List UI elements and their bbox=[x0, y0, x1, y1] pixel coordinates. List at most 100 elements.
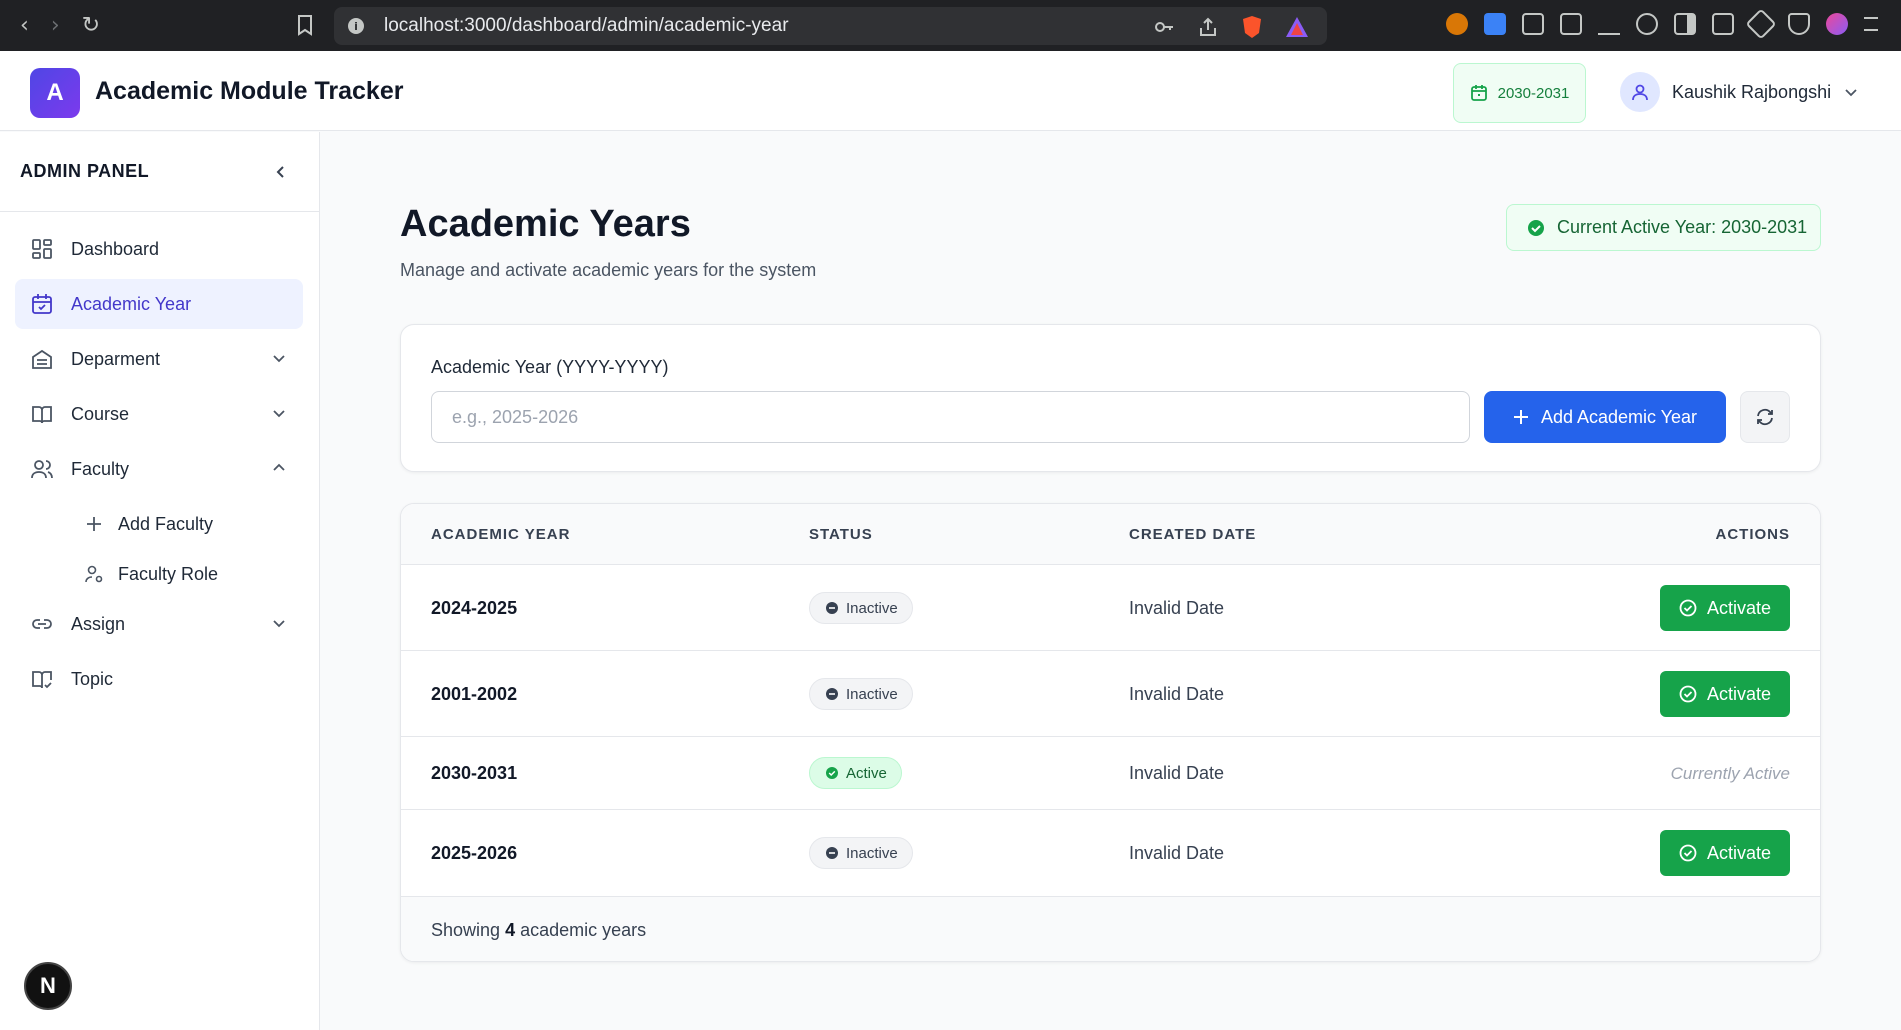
activate-button[interactable]: Activate bbox=[1660, 830, 1790, 876]
sidebar-item-faculty[interactable]: Faculty bbox=[15, 444, 303, 494]
activate-button[interactable]: Activate bbox=[1660, 671, 1790, 717]
music-icon[interactable] bbox=[1636, 13, 1658, 35]
row-count-text: Showing 4 academic years bbox=[431, 920, 646, 941]
row-count-suffix: academic years bbox=[520, 920, 647, 940]
brave-shield-icon[interactable] bbox=[1241, 15, 1263, 39]
wallet-icon[interactable] bbox=[1712, 13, 1734, 35]
calendar-icon bbox=[1470, 85, 1487, 101]
minus-circle-icon bbox=[826, 847, 838, 859]
table-row: 2025-2026 Inactive Invalid Date Activate bbox=[401, 810, 1820, 897]
sidebar-item-topic[interactable]: Topic bbox=[15, 654, 303, 704]
user-menu[interactable]: Kaushik Rajbongshi bbox=[1620, 71, 1859, 113]
collapse-sidebar-icon[interactable] bbox=[273, 164, 289, 180]
profile-icon[interactable] bbox=[1826, 13, 1848, 35]
row-academic-year: 2024-2025 bbox=[431, 598, 518, 618]
plus-icon bbox=[84, 514, 104, 534]
check-circle-icon bbox=[826, 767, 838, 779]
row-created-date: Invalid Date bbox=[1129, 763, 1225, 783]
active-year-chip-label: 2030-2031 bbox=[1497, 84, 1570, 102]
cookie-extension-icon[interactable] bbox=[1446, 13, 1468, 35]
sidebar-menu: Dashboard Academic Year Deparment Course… bbox=[0, 212, 319, 704]
column-header-actions: ACTIONS bbox=[1715, 526, 1790, 543]
app-logo: A bbox=[30, 68, 80, 118]
screen-extension-icon[interactable] bbox=[1484, 13, 1506, 35]
grid-icon bbox=[29, 236, 55, 262]
sidebar-item-label: Academic Year bbox=[71, 293, 192, 314]
sidebar-item-label: Assign bbox=[71, 613, 126, 634]
page-subtitle: Manage and activate academic years for t… bbox=[400, 260, 817, 280]
sidebar-item-label: Course bbox=[71, 403, 130, 424]
refresh-button[interactable] bbox=[1740, 391, 1790, 443]
puzzle-extension-icon[interactable] bbox=[1522, 13, 1544, 35]
academic-year-label: Academic Year (YYYY-YYYY) bbox=[431, 357, 669, 377]
status-badge-label: Inactive bbox=[846, 844, 898, 862]
vpn-shield-icon[interactable] bbox=[1788, 13, 1810, 35]
sidebar-subitem-label: Faculty Role bbox=[118, 563, 219, 584]
minus-circle-icon bbox=[826, 602, 838, 614]
book-check-icon bbox=[29, 666, 55, 692]
download-icon[interactable] bbox=[1598, 13, 1620, 35]
column-header-status: STATUS bbox=[809, 526, 873, 543]
check-circle-icon bbox=[1679, 844, 1697, 862]
leo-ai-icon[interactable] bbox=[1745, 8, 1777, 40]
link-icon bbox=[29, 611, 55, 637]
sidebar-item-deparment[interactable]: Deparment bbox=[15, 334, 303, 384]
chevron-up-icon bbox=[273, 463, 285, 471]
sidebar-subitem-faculty-role[interactable]: Faculty Role bbox=[0, 549, 319, 599]
status-badge: Active bbox=[809, 757, 902, 789]
row-academic-year: 2030-2031 bbox=[431, 763, 518, 783]
status-badge: Inactive bbox=[809, 592, 913, 624]
brave-rewards-icon[interactable] bbox=[1285, 16, 1309, 38]
screenshot-extension-icon[interactable] bbox=[1560, 13, 1582, 35]
activate-button[interactable]: Activate bbox=[1660, 585, 1790, 631]
active-year-chip[interactable]: 2030-2031 bbox=[1453, 63, 1586, 123]
row-created-date: Invalid Date bbox=[1129, 598, 1225, 618]
sidebar-toggle-icon[interactable] bbox=[1674, 13, 1696, 35]
status-badge-label: Inactive bbox=[846, 599, 898, 617]
chevron-down-icon bbox=[1845, 89, 1857, 97]
user-icon bbox=[1632, 84, 1648, 101]
currently-active-label: Currently Active bbox=[1670, 764, 1790, 783]
plus-icon bbox=[1513, 410, 1528, 424]
key-icon[interactable] bbox=[1153, 16, 1175, 38]
menu-icon[interactable] bbox=[1864, 17, 1878, 31]
sidebar-title: ADMIN PANEL bbox=[20, 161, 150, 181]
url-text: localhost:3000/dashboard/admin/academic-… bbox=[384, 15, 789, 36]
site-info-icon[interactable]: i bbox=[348, 18, 364, 34]
book-icon bbox=[29, 401, 55, 427]
sidebar-item-academic-year[interactable]: Academic Year bbox=[15, 279, 303, 329]
bookmark-icon[interactable] bbox=[296, 14, 314, 36]
sidebar-item-assign[interactable]: Assign bbox=[15, 599, 303, 649]
row-count-prefix: Showing bbox=[431, 920, 501, 940]
table-row: 2024-2025 Inactive Invalid Date Activate bbox=[401, 565, 1820, 651]
academic-years-table: ACADEMIC YEAR STATUS CREATED DATE ACTION… bbox=[400, 503, 1821, 962]
sidebar-subitem-add-faculty[interactable]: Add Faculty bbox=[0, 499, 319, 549]
browser-toolbar: ‹ › ↻ i localhost:3000/dashboard/admin/a… bbox=[0, 0, 1901, 51]
forward-icon[interactable]: › bbox=[51, 14, 60, 37]
sidebar-item-dashboard[interactable]: Dashboard bbox=[15, 224, 303, 274]
sidebar-item-label: Topic bbox=[71, 668, 114, 689]
row-created-date: Invalid Date bbox=[1129, 684, 1225, 704]
app-header: A Academic Module Tracker 2030-2031 Kaus… bbox=[0, 51, 1901, 131]
add-academic-year-button[interactable]: Add Academic Year bbox=[1484, 391, 1726, 443]
page-title: Academic Years bbox=[400, 203, 691, 245]
sidebar: ADMIN PANEL Dashboard Academic Year Depa… bbox=[0, 132, 320, 1030]
sidebar-item-course[interactable]: Course bbox=[15, 389, 303, 439]
academic-year-input[interactable] bbox=[431, 391, 1470, 443]
back-icon[interactable]: ‹ bbox=[20, 14, 29, 37]
user-name: Kaushik Rajbongshi bbox=[1672, 81, 1832, 102]
nextjs-dev-badge[interactable]: N bbox=[24, 962, 72, 1010]
sidebar-item-label: Faculty bbox=[71, 458, 130, 479]
row-count: 4 bbox=[505, 920, 516, 940]
row-academic-year: 2025-2026 bbox=[431, 843, 518, 863]
reload-icon[interactable]: ↻ bbox=[82, 14, 100, 37]
check-circle-icon bbox=[1679, 599, 1697, 617]
column-header-created-date: CREATED DATE bbox=[1129, 526, 1257, 543]
share-icon[interactable] bbox=[1197, 16, 1219, 38]
address-bar[interactable]: i localhost:3000/dashboard/admin/academi… bbox=[334, 7, 1327, 45]
activate-button-label: Activate bbox=[1706, 683, 1772, 704]
table-row: 2030-2031 Active Invalid Date Currently … bbox=[401, 737, 1820, 810]
add-academic-year-label: Add Academic Year bbox=[1540, 406, 1698, 427]
chevron-down-icon bbox=[273, 410, 285, 418]
activate-button-label: Activate bbox=[1706, 842, 1772, 863]
